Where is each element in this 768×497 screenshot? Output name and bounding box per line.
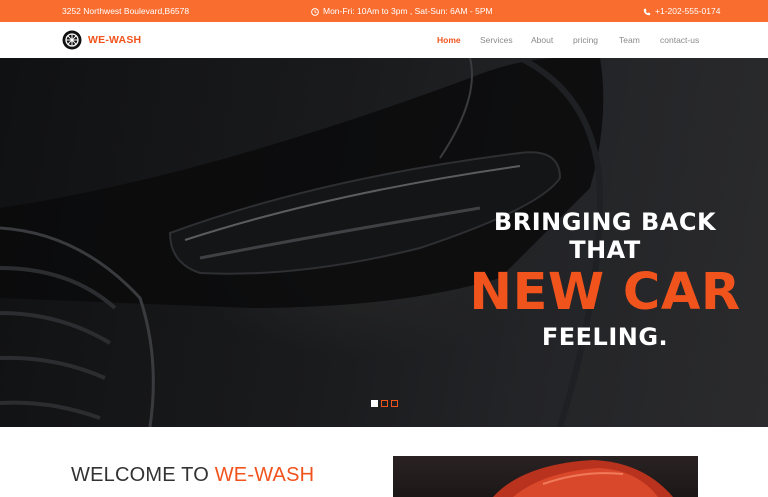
brand-name: WE-WASH — [88, 34, 142, 46]
top-info-bar: 3252 Northwest Boulevard,B6578 Mon-Fri: … — [0, 0, 768, 22]
slider-dot-3[interactable] — [391, 400, 398, 407]
hero-line-1: BRINGING BACK — [493, 208, 717, 236]
welcome-title: WELCOME TO WE-WASH — [71, 464, 314, 487]
phone-icon — [643, 8, 651, 15]
welcome-brand: WE-WASH — [214, 464, 315, 486]
nav-about[interactable]: About — [531, 22, 553, 58]
welcome-prefix: WELCOME TO — [71, 464, 215, 486]
welcome-section: WELCOME TO WE-WASH — [0, 427, 768, 497]
slider-dot-1[interactable] — [371, 400, 378, 407]
hero-line-2: THAT — [569, 236, 641, 264]
nav-team[interactable]: Team — [619, 22, 640, 58]
phone-info: +1-202-555-0174 — [643, 0, 720, 22]
hero-headline: BRINGING BACK THAT NEW CAR FEELING. — [440, 208, 768, 352]
nav-services[interactable]: Services — [480, 22, 513, 58]
nav-pricing[interactable]: pricing — [573, 22, 598, 58]
main-navbar: WE-WASH Home Services About pricing Team… — [0, 22, 768, 58]
nav-home[interactable]: Home — [437, 22, 461, 58]
hero-line-4: FEELING. — [541, 323, 669, 351]
clock-icon — [311, 7, 319, 16]
nav-contact[interactable]: contact-us — [660, 22, 699, 58]
address-text: 3252 Northwest Boulevard,B6578 — [62, 6, 190, 16]
slider-dot-2[interactable] — [381, 400, 388, 407]
hero-line-3: NEW CAR — [469, 263, 741, 322]
slider-dots — [371, 400, 398, 407]
phone-text[interactable]: +1-202-555-0174 — [655, 6, 720, 16]
welcome-car-image — [393, 456, 698, 497]
hours-info: Mon-Fri: 10Am to 3pm , Sat-Sun: 6AM - 5P… — [311, 0, 493, 22]
wheel-icon — [62, 30, 82, 50]
hours-text: Mon-Fri: 10Am to 3pm , Sat-Sun: 6AM - 5P… — [323, 6, 493, 16]
brand-logo[interactable]: WE-WASH — [62, 30, 141, 50]
hero-slider: BRINGING BACK THAT NEW CAR FEELING. — [0, 58, 768, 427]
